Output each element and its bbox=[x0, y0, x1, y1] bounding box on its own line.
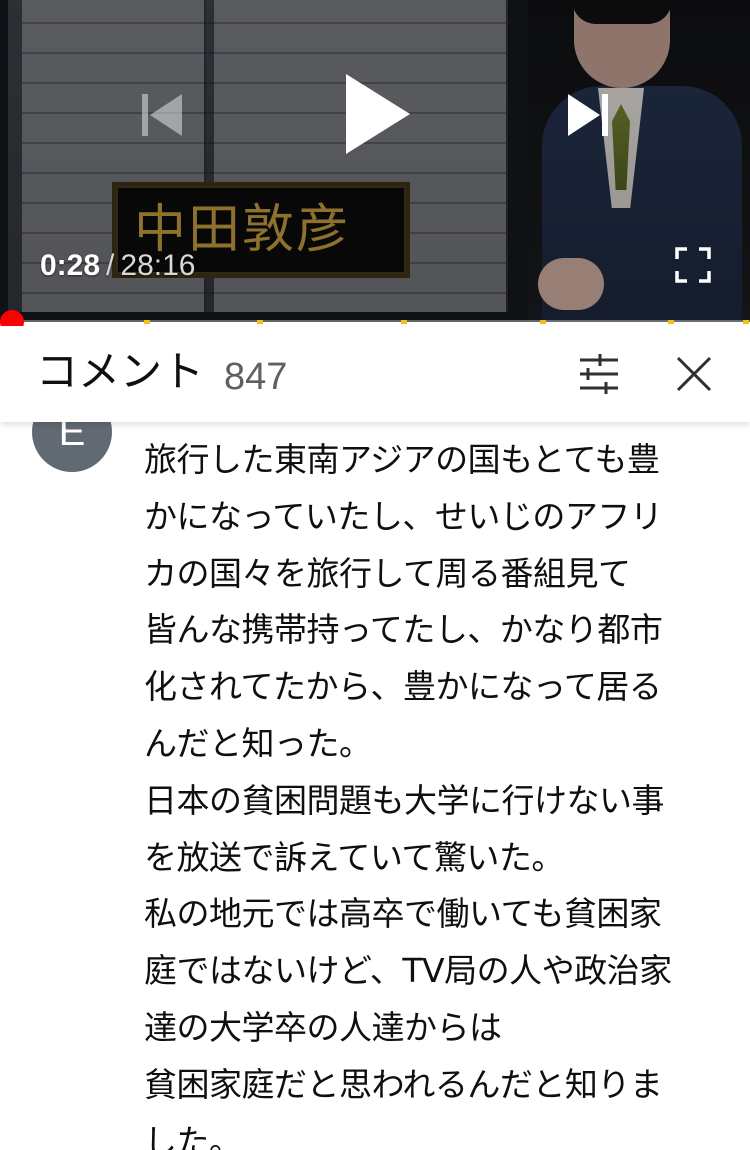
chapter-marker bbox=[401, 320, 408, 324]
comment-line: 私の地元では高卒で働いても貧困家 bbox=[144, 894, 662, 934]
fullscreen-icon[interactable] bbox=[674, 246, 712, 284]
comment-line: かになっていたし、せいじのアフリ bbox=[144, 496, 663, 536]
duration: 28:16 bbox=[120, 249, 196, 282]
comments-title: コメント bbox=[36, 347, 205, 396]
avatar[interactable]: E bbox=[32, 422, 112, 472]
comment-line: 皆んな携帯持ってたし、かなり都市 bbox=[144, 610, 663, 650]
comments-panel-header: コメント 847 bbox=[0, 326, 750, 422]
comment-text: 旅行した東南アジアの国もとても豊 かになっていたし、せいじのアフリ カの国々を旅… bbox=[144, 432, 744, 1150]
comment-line: 庭ではないけど、TV局の人や政治家 bbox=[144, 951, 672, 991]
comment-line: 旅行した東南アジアの国もとても豊 bbox=[144, 440, 660, 479]
comment-line: カの国々を旅行して周る番組見て bbox=[144, 553, 631, 593]
seek-bar[interactable] bbox=[0, 310, 750, 334]
chapter-marker bbox=[540, 320, 546, 324]
chapter-marker bbox=[742, 320, 749, 324]
time-separator: / bbox=[106, 249, 115, 282]
play-icon[interactable] bbox=[336, 70, 416, 158]
comment-line: 日本の貧困問題も大学に行けない事 bbox=[144, 780, 665, 820]
chapter-marker bbox=[667, 320, 674, 324]
comment-line: を放送で訴えていて驚いた。 bbox=[144, 837, 564, 877]
comment-line: んだと知った。 bbox=[144, 723, 372, 763]
comment-thread: E 旅行した東南アジアの国もとても豊 かになっていたし、せいじのアフリ カの国々… bbox=[0, 422, 750, 1150]
close-icon[interactable] bbox=[670, 350, 718, 398]
app-screen: 中田敦彦 0:28/28:16 コメント 847 E 旅行した東南アジアの国もと… bbox=[0, 0, 750, 1150]
comment-line: した。 bbox=[144, 1121, 242, 1150]
chapter-marker bbox=[257, 320, 264, 324]
comment-line: 化されてたから、豊かになって居る bbox=[144, 667, 662, 707]
comment-line: 達の大学卒の人達からは bbox=[144, 1007, 502, 1047]
video-player[interactable]: 中田敦彦 0:28/28:16 bbox=[0, 0, 750, 322]
comment-line: 貧困家庭だと思われるんだと知りま bbox=[144, 1064, 663, 1104]
tune-icon[interactable] bbox=[574, 352, 624, 396]
time-display: 0:28/28:16 bbox=[40, 246, 195, 286]
skip-previous-icon[interactable] bbox=[136, 90, 188, 140]
skip-next-icon[interactable] bbox=[562, 90, 614, 140]
comments-count: 847 bbox=[224, 356, 288, 398]
seek-bar-track[interactable] bbox=[0, 320, 750, 324]
current-time: 0:28 bbox=[40, 249, 101, 282]
chapter-marker bbox=[144, 320, 150, 324]
